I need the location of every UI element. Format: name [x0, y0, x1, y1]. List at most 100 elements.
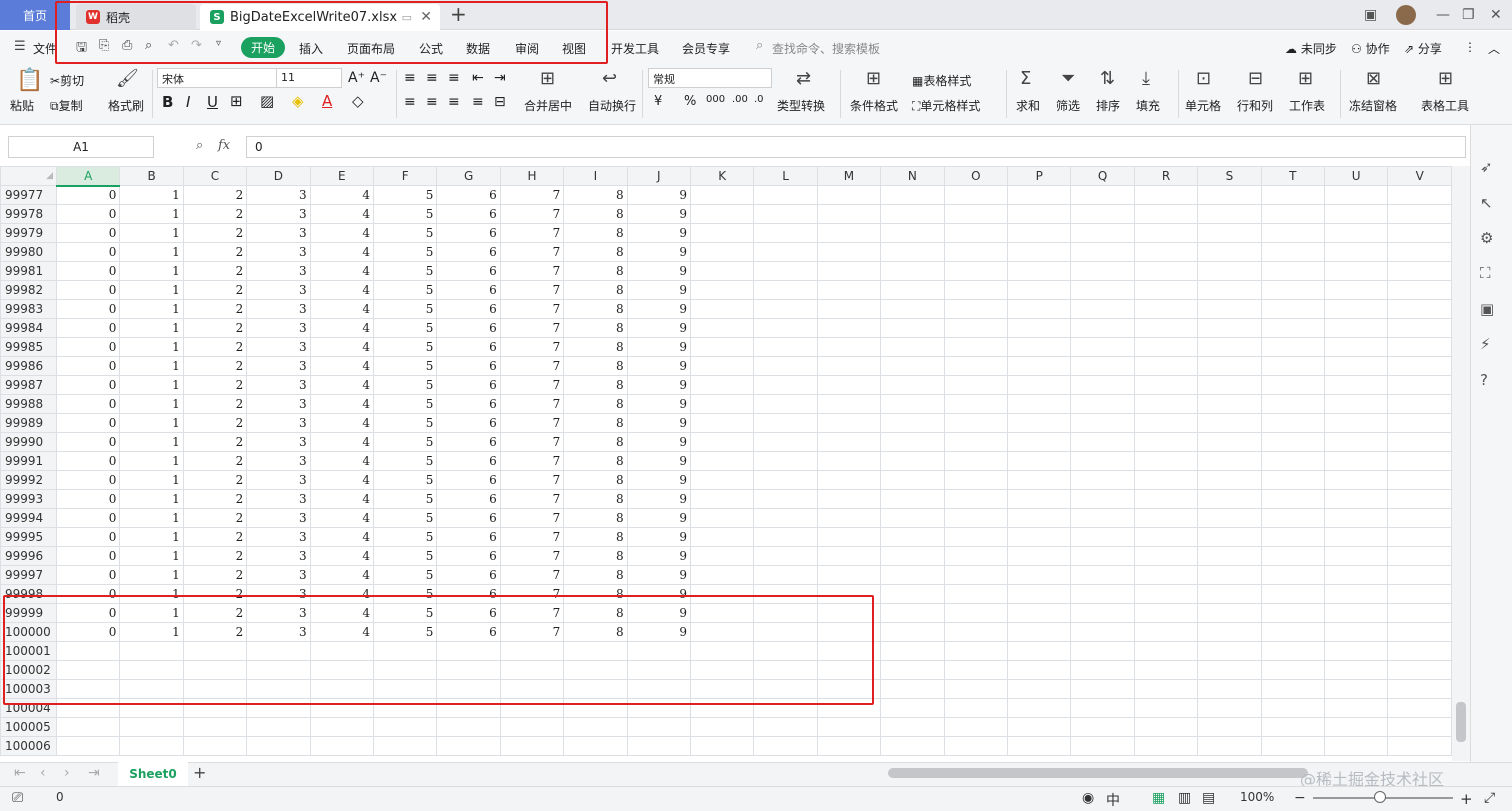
cell[interactable]: 2	[182, 185, 248, 205]
cell[interactable]	[880, 622, 945, 642]
zoom-formula-icon[interactable]: ⌕	[196, 138, 203, 153]
row-header[interactable]: 99993	[0, 489, 57, 509]
cell[interactable]	[1006, 565, 1072, 585]
cell[interactable]	[943, 489, 1009, 509]
cell[interactable]: 2	[182, 565, 248, 585]
indent-decrease-icon[interactable]: ⇤	[472, 70, 484, 86]
cell[interactable]	[246, 679, 311, 699]
row-header[interactable]: 100003	[0, 679, 57, 699]
cell[interactable]	[943, 622, 1009, 642]
fx-icon[interactable]: fx	[218, 138, 230, 153]
cell[interactable]: 8	[563, 546, 628, 566]
page-layout-view-icon[interactable]: ▥	[1178, 790, 1191, 806]
cell[interactable]	[1070, 679, 1135, 699]
cell[interactable]	[626, 698, 691, 718]
cell[interactable]: 5	[372, 356, 438, 376]
cell[interactable]	[880, 394, 945, 414]
row-header[interactable]: 99983	[0, 299, 57, 319]
freeze-button[interactable]: 冻结窗格	[1349, 97, 1397, 114]
vertical-scrollbar[interactable]	[1452, 166, 1470, 761]
cell[interactable]: 4	[309, 318, 375, 338]
cell[interactable]	[816, 185, 882, 205]
convert-icon[interactable]: ⇄	[796, 68, 811, 89]
cell[interactable]	[753, 736, 818, 756]
cell[interactable]	[1133, 508, 1199, 528]
cell[interactable]	[753, 641, 818, 661]
cell[interactable]	[880, 337, 945, 357]
cell[interactable]	[1323, 641, 1389, 661]
window-count-icon[interactable]: ▣	[1364, 0, 1377, 30]
cell[interactable]	[1133, 717, 1199, 737]
cell[interactable]	[880, 489, 945, 509]
cell[interactable]	[372, 641, 438, 661]
cell[interactable]	[1260, 280, 1325, 300]
cell[interactable]	[943, 204, 1009, 224]
cell[interactable]	[1387, 584, 1452, 604]
cell[interactable]: 3	[246, 223, 311, 243]
cell[interactable]	[499, 679, 565, 699]
row-header[interactable]: 99987	[0, 375, 57, 395]
cell[interactable]	[816, 660, 882, 680]
cell[interactable]	[1387, 641, 1452, 661]
freeze-icon[interactable]: ⊠	[1366, 68, 1381, 89]
cell[interactable]	[1197, 546, 1262, 566]
cell[interactable]	[880, 280, 945, 300]
cell[interactable]	[816, 546, 882, 566]
cell[interactable]	[499, 660, 565, 680]
cell[interactable]: 6	[436, 299, 501, 319]
cell[interactable]: 1	[119, 242, 184, 262]
cell[interactable]: 2	[182, 451, 248, 471]
cell[interactable]	[1133, 394, 1199, 414]
tab-insert[interactable]: 插入	[299, 40, 323, 57]
cell[interactable]: 1	[119, 508, 184, 528]
align-left-icon[interactable]: ≡	[404, 94, 416, 110]
cell[interactable]	[436, 717, 501, 737]
cell[interactable]	[1070, 299, 1135, 319]
cell[interactable]: 9	[626, 204, 691, 224]
cell[interactable]: 4	[309, 204, 375, 224]
cell[interactable]	[1387, 261, 1452, 281]
table-tools-icon[interactable]: ⊞	[1438, 68, 1453, 89]
cell[interactable]	[563, 736, 628, 756]
cell[interactable]: 7	[499, 584, 565, 604]
cell[interactable]: 4	[309, 565, 375, 585]
cell[interactable]	[1070, 375, 1135, 395]
cell[interactable]	[1133, 641, 1199, 661]
sort-button[interactable]: 排序	[1096, 97, 1120, 114]
cell[interactable]	[1260, 717, 1325, 737]
cell[interactable]: 4	[309, 603, 375, 623]
column-header-v[interactable]: V	[1387, 166, 1452, 186]
cell[interactable]: 2	[182, 413, 248, 433]
column-header-a[interactable]: A	[55, 166, 121, 187]
increase-font-icon[interactable]: A⁺	[348, 70, 365, 86]
cell[interactable]: 6	[436, 565, 501, 585]
cell[interactable]: 2	[182, 375, 248, 395]
cell[interactable]	[816, 698, 882, 718]
cell[interactable]: 4	[309, 337, 375, 357]
cell[interactable]: 1	[119, 204, 184, 224]
cell[interactable]: 6	[436, 622, 501, 642]
cell[interactable]	[753, 489, 818, 509]
cell[interactable]	[1260, 223, 1325, 243]
cell[interactable]	[880, 185, 945, 205]
shading-icon[interactable]: ▨	[260, 92, 274, 110]
cell[interactable]	[1133, 185, 1199, 205]
cell[interactable]	[1260, 204, 1325, 224]
cell[interactable]: 0	[55, 356, 121, 376]
cell[interactable]: 4	[309, 413, 375, 433]
cell[interactable]	[1006, 470, 1072, 490]
brush-icon[interactable]: 🖌	[116, 68, 139, 89]
add-sheet-icon[interactable]: +	[193, 763, 206, 782]
cell[interactable]: 1	[119, 280, 184, 300]
cell[interactable]: 8	[563, 318, 628, 338]
cell[interactable]	[689, 318, 755, 338]
cell[interactable]: 9	[626, 413, 691, 433]
cell[interactable]	[1260, 736, 1325, 756]
cell[interactable]: 9	[626, 223, 691, 243]
cell[interactable]: 9	[626, 603, 691, 623]
cell[interactable]: 9	[626, 242, 691, 262]
row-header[interactable]: 99992	[0, 470, 57, 490]
cell[interactable]	[309, 736, 375, 756]
cell[interactable]: 0	[55, 242, 121, 262]
italic-icon[interactable]: I	[186, 93, 190, 111]
